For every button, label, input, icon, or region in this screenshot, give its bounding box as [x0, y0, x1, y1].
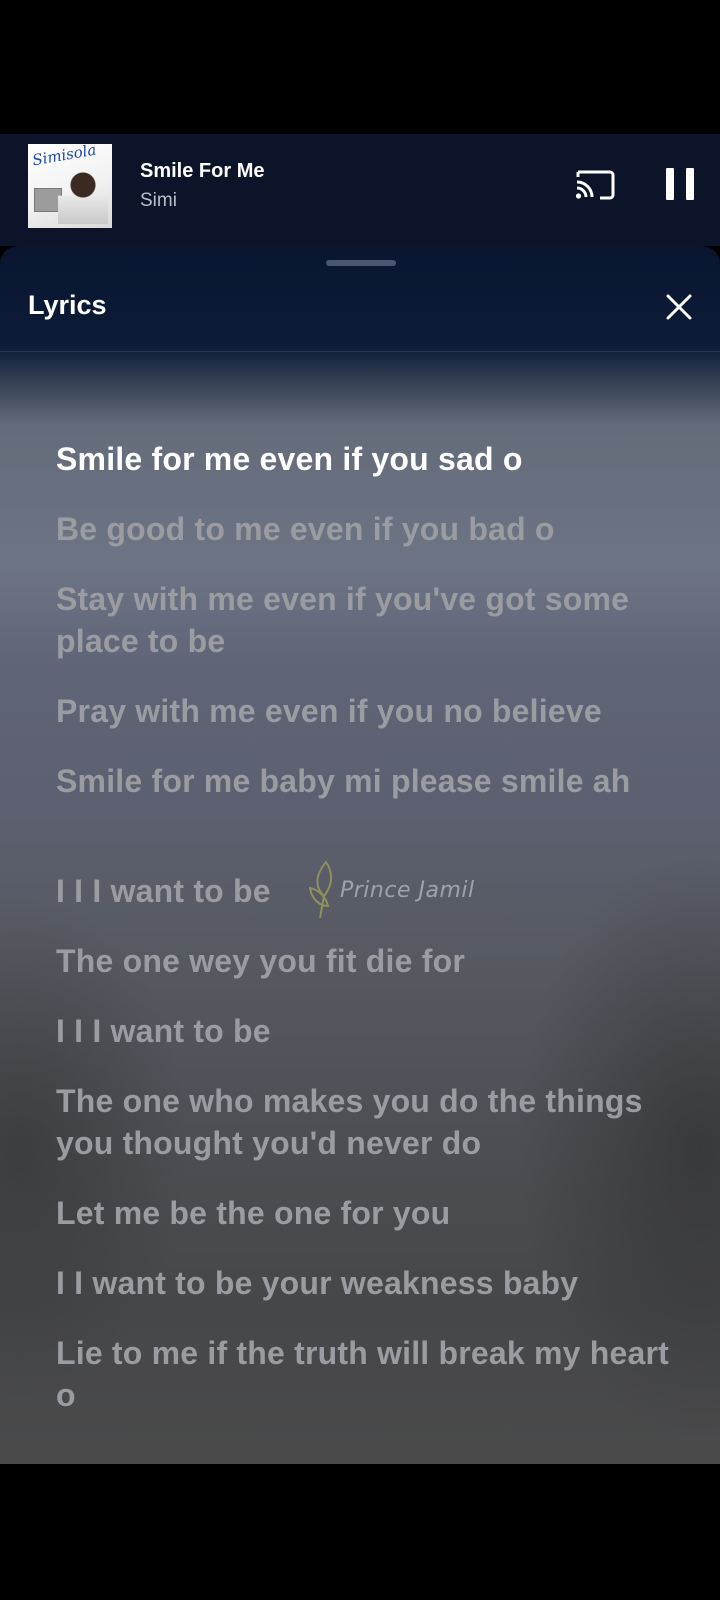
pause-button[interactable]	[660, 162, 700, 208]
bottom-bar	[0, 1464, 720, 1600]
close-icon	[666, 294, 692, 320]
lyric-line[interactable]: Pray with me even if you no believe	[56, 690, 676, 732]
lyric-line[interactable]: The one wey you fit die for	[56, 940, 676, 982]
cast-icon	[575, 170, 615, 200]
watermark: Prince Jamil	[306, 858, 506, 928]
drag-handle[interactable]	[326, 260, 396, 266]
watermark-text: Prince Jamil	[340, 878, 475, 903]
lyric-line[interactable]: Smile for me baby mi please smile ah	[56, 760, 676, 802]
close-button[interactable]	[660, 288, 698, 326]
lyric-line[interactable]: Lie to me if the truth will break my hea…	[56, 1332, 676, 1416]
album-art-figure	[58, 172, 108, 224]
lyrics-sheet: Lyrics Smile for me even if you sad o Be…	[0, 246, 720, 1464]
lyric-line[interactable]: Stay with me even if you've got some pla…	[56, 578, 676, 662]
status-bar	[0, 0, 720, 134]
cast-button[interactable]	[572, 162, 618, 208]
lyric-line[interactable]: The one who makes you do the things you …	[56, 1080, 676, 1164]
lyric-line[interactable]: Let me be the one for you	[56, 1192, 676, 1234]
lyric-line[interactable]: Be good to me even if you bad o	[56, 508, 676, 550]
album-art[interactable]: Simisola	[28, 144, 112, 228]
track-title[interactable]: Smile For Me	[140, 160, 264, 183]
lyric-line[interactable]: I I I want to be	[56, 1010, 676, 1052]
lyric-line-active[interactable]: Smile for me even if you sad o	[56, 438, 676, 480]
sheet-title: Lyrics	[28, 290, 107, 320]
divider	[0, 351, 720, 352]
mini-player[interactable]: Simisola Smile For Me Simi	[0, 134, 720, 246]
track-artist[interactable]: Simi	[140, 190, 177, 212]
screen: Simisola Smile For Me Simi Lyrics Smile …	[0, 0, 720, 1600]
lyric-line[interactable]: I I want to be your weakness baby	[56, 1262, 676, 1304]
album-art-logo: Simisola	[30, 144, 98, 170]
